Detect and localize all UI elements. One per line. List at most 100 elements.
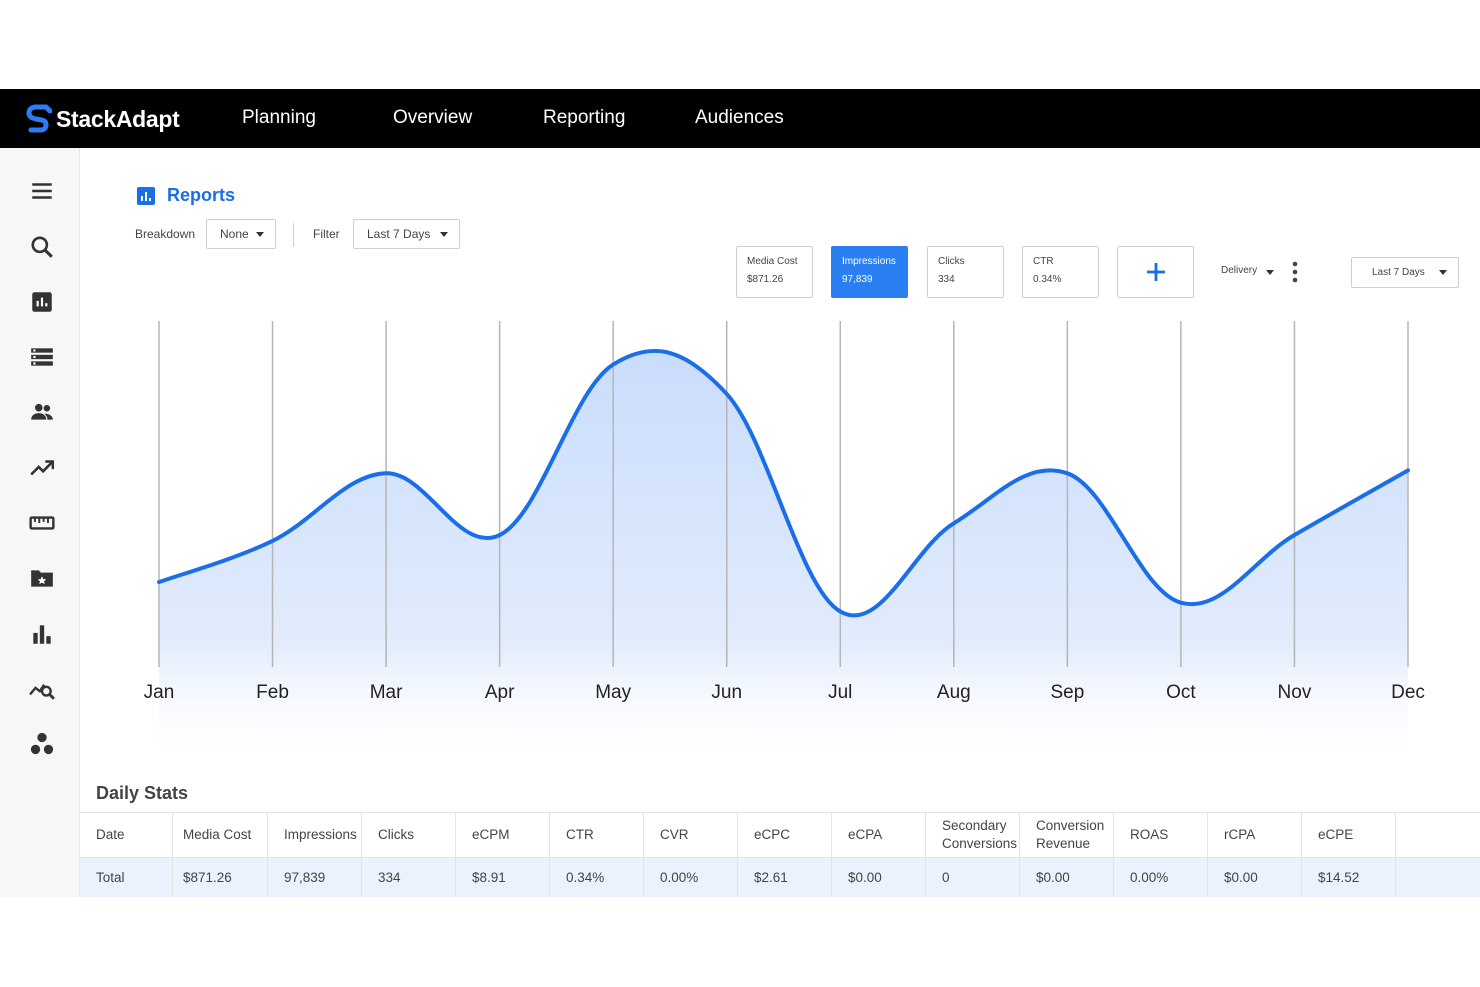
segments-icon[interactable] <box>29 731 55 757</box>
sidebar <box>0 148 80 897</box>
metric-value: 334 <box>938 274 955 285</box>
delivery-label: Delivery <box>1221 265 1258 276</box>
chevron-down-icon <box>1439 270 1447 275</box>
metric-media-cost[interactable]: Media Cost $871.26 <box>736 246 813 298</box>
column-header-clicks[interactable]: Clicks <box>362 813 456 857</box>
ruler-icon[interactable] <box>29 510 55 536</box>
table-cell: $2.61 <box>738 858 832 897</box>
x-tick-label: Apr <box>485 682 515 703</box>
x-tick-label: Aug <box>937 682 971 703</box>
metric-label: Clicks <box>938 256 965 267</box>
filter-label: Filter <box>313 227 340 241</box>
impressions-chart: Jan Feb Mar Apr May Jun Jul Aug Sep Oct Nov Dec <box>144 321 1425 769</box>
table-cell: 0.00% <box>1114 858 1208 897</box>
table-header-row: Date Media Cost Impressions Clicks eCPM CTR CV… <box>80 812 1480 858</box>
x-tick-label: Sep <box>1050 682 1084 703</box>
table-cell: 334 <box>362 858 456 897</box>
metric-ctr[interactable]: CTR 0.34% <box>1022 246 1099 298</box>
nav-reporting[interactable]: Reporting <box>543 107 625 129</box>
table-cell: 0 <box>926 858 1020 897</box>
breakdown-value: None <box>220 227 249 241</box>
table-row: Total $871.26 97,839 334 $8.91 0.34% 0.00% $2.6… <box>80 858 1480 897</box>
column-header-secondary-conversions[interactable]: Secondary Conversions <box>926 813 1020 857</box>
column-header-roas[interactable]: ROAS <box>1114 813 1208 857</box>
date-range-value: Last 7 Days <box>1372 267 1425 278</box>
divider <box>293 223 294 247</box>
menu-icon[interactable] <box>29 178 55 204</box>
table-cell: 97,839 <box>268 858 362 897</box>
metric-label: CTR <box>1033 256 1054 267</box>
reports-title-icon <box>137 186 155 205</box>
users-icon[interactable] <box>29 399 55 425</box>
plus-icon <box>1147 263 1165 281</box>
chevron-down-icon <box>1266 270 1274 275</box>
series-area <box>159 350 1408 769</box>
table-cell: $871.26 <box>173 858 268 897</box>
column-header-ecpc[interactable]: eCPC <box>738 813 832 857</box>
list-icon[interactable] <box>29 344 55 370</box>
x-tick-label: Feb <box>256 682 289 703</box>
page-title-text: Reports <box>167 185 236 205</box>
table-cell: $8.91 <box>456 858 550 897</box>
stackadapt-logo-icon <box>26 104 52 133</box>
column-header-ctr[interactable]: CTR <box>550 813 644 857</box>
date-range-dropdown[interactable]: Last 7 Days <box>1351 257 1459 288</box>
metric-impressions[interactable]: Impressions 97,839 <box>831 246 908 298</box>
metric-value: $871.26 <box>747 274 784 285</box>
folder-star-icon[interactable] <box>29 565 55 591</box>
daily-stats-title: Daily Stats <box>96 783 189 803</box>
analytics-icon[interactable] <box>29 676 55 702</box>
x-tick-label: Nov <box>1278 682 1312 703</box>
x-tick-label: May <box>595 682 631 703</box>
x-tick-label: Dec <box>1391 682 1425 703</box>
breakdown-label: Breakdown <box>135 227 196 241</box>
nav-audiences[interactable]: Audiences <box>695 107 784 129</box>
metric-value: 0.34% <box>1033 274 1062 285</box>
chevron-down-icon <box>440 232 448 237</box>
x-tick-label: Oct <box>1166 682 1196 703</box>
breakdown-dropdown[interactable]: None <box>206 219 276 249</box>
reports-icon[interactable] <box>29 289 55 315</box>
delivery-dropdown[interactable]: Delivery <box>1221 265 1274 276</box>
brand-name: StackAdapt <box>56 105 180 132</box>
nav-planning[interactable]: Planning <box>242 107 316 129</box>
more-options-icon[interactable] <box>1291 261 1299 283</box>
x-tick-label: Mar <box>370 682 403 703</box>
column-header-media-cost[interactable]: Media Cost <box>173 813 268 857</box>
metric-label: Media Cost <box>747 256 798 267</box>
nav-overview[interactable]: Overview <box>393 107 472 129</box>
table-cell: 0.34% <box>550 858 644 897</box>
series-line <box>157 348 1410 618</box>
filter-value: Last 7 Days <box>367 227 431 241</box>
column-header-conversion-revenue[interactable]: Conversion Revenue <box>1020 813 1114 857</box>
trending-icon[interactable] <box>29 455 55 481</box>
add-metric-button[interactable] <box>1117 246 1194 298</box>
column-header-ecpe[interactable]: eCPE <box>1302 813 1396 857</box>
bar-chart-icon[interactable] <box>29 621 55 647</box>
table-cell: $0.00 <box>832 858 926 897</box>
column-header-date[interactable]: Date <box>80 813 173 857</box>
x-tick-label: Jan <box>144 682 175 703</box>
table-cell: $0.00 <box>1020 858 1114 897</box>
filter-dropdown[interactable]: Last 7 Days <box>353 219 460 249</box>
logo[interactable]: StackAdapt <box>26 103 180 135</box>
metric-value: 97,839 <box>842 274 873 285</box>
chevron-down-icon <box>256 232 264 237</box>
app-window: StackAdapt Planning Overview Reporting A… <box>0 89 1480 897</box>
search-icon[interactable] <box>29 234 55 260</box>
table-cell: Total <box>80 858 173 897</box>
x-tick-label: Jul <box>828 682 852 703</box>
x-tick-label: Jun <box>711 682 742 703</box>
column-header-rcpa[interactable]: rCPA <box>1208 813 1302 857</box>
table-cell: 0.00% <box>644 858 738 897</box>
page-title: Reports <box>137 185 235 206</box>
table-cell: $0.00 <box>1208 858 1302 897</box>
column-header-impressions[interactable]: Impressions <box>268 813 362 857</box>
metric-clicks[interactable]: Clicks 334 <box>927 246 1004 298</box>
metric-label: Impressions <box>842 256 896 267</box>
top-nav: StackAdapt Planning Overview Reporting A… <box>0 89 1480 148</box>
column-header-cvr[interactable]: CVR <box>644 813 738 857</box>
column-header-ecpa[interactable]: eCPA <box>832 813 926 857</box>
table-cell: $14.52 <box>1302 858 1396 897</box>
column-header-ecpm[interactable]: eCPM <box>456 813 550 857</box>
